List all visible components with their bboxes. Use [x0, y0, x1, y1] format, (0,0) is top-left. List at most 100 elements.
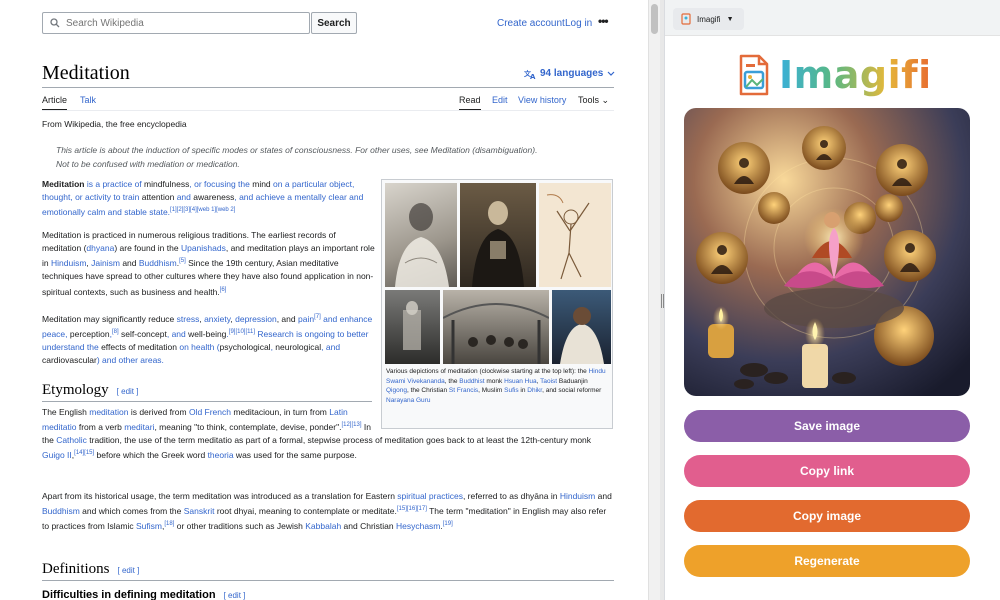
wiki-link[interactable]: Jainism — [91, 258, 120, 268]
wiki-link[interactable]: Taoist — [540, 378, 557, 385]
wiki-link[interactable]: pain — [298, 314, 314, 324]
wiki-link[interactable]: Sanskrit — [184, 506, 215, 516]
wiki-scrollbar[interactable] — [648, 0, 660, 600]
tab-view-history[interactable]: View history — [518, 95, 566, 105]
text: , and — [276, 313, 298, 324]
wiki-link[interactable]: Sufis — [504, 387, 518, 394]
text: , referred to as dhyāna in — [462, 491, 560, 501]
text: neurological — [275, 342, 322, 353]
photo-narayana-guru[interactable] — [552, 290, 611, 364]
search-button[interactable]: Search — [311, 12, 357, 34]
citation[interactable]: [9][10][11] — [229, 329, 255, 335]
edit-definitions-link[interactable]: [ edit ] — [118, 566, 140, 575]
hatnote-line-1: This article is about the induction of s… — [56, 145, 538, 155]
search-box[interactable] — [42, 12, 310, 34]
wiki-link[interactable]: Hinduism — [560, 491, 595, 501]
tab-article[interactable]: Article — [42, 95, 68, 111]
heading-definitions: Definitions [ edit ] — [42, 561, 139, 578]
wiki-link[interactable]: meditari — [124, 422, 154, 432]
text: tradition, the use of the term meditatio… — [86, 435, 592, 446]
search-input[interactable] — [66, 17, 296, 29]
wiki-link[interactable]: on health ( — [177, 342, 219, 352]
citation[interactable]: [12][13] — [341, 422, 361, 428]
copy-image-button[interactable]: Copy image — [684, 500, 970, 532]
edit-difficulties-link[interactable]: [ edit ] — [224, 591, 246, 600]
wiki-link[interactable]: Hesychasm — [396, 521, 440, 531]
extension-name: Imagifi — [697, 14, 721, 24]
drawing-qigong[interactable] — [539, 183, 611, 287]
drawing-sufis-dhikr[interactable] — [442, 290, 550, 364]
wiki-link[interactable]: Dhikr — [527, 387, 542, 394]
wiki-link[interactable]: Buddhism — [42, 506, 80, 516]
copy-link-button[interactable]: Copy link — [684, 455, 970, 487]
wiki-link[interactable]: Sufism — [136, 521, 162, 531]
wiki-link[interactable]: anxiety — [204, 314, 230, 324]
photo-vivekananda[interactable] — [385, 183, 457, 287]
wiki-link[interactable]: , and — [167, 329, 188, 339]
wiki-link[interactable]: theoria — [208, 450, 234, 460]
citation[interactable]: [14][15] — [74, 450, 94, 456]
etymology-title: Etymology — [42, 382, 109, 398]
wiki-link[interactable]: , and — [321, 342, 340, 352]
tab-read[interactable]: Read — [459, 95, 481, 111]
language-count: 94 languages — [540, 68, 604, 79]
wiki-link[interactable]: and — [174, 192, 193, 202]
text: , and social reformer — [542, 387, 602, 394]
citation[interactable]: [18] — [164, 521, 174, 527]
wiki-link[interactable]: Narayana Guru — [386, 397, 430, 404]
tab-tools[interactable]: Tools ⌄ — [578, 95, 609, 106]
wiki-link[interactable]: Catholic — [56, 435, 87, 445]
generated-image[interactable] — [684, 108, 970, 396]
wiki-link[interactable]: meditation — [89, 407, 128, 417]
wiki-link[interactable]: ) and other areas. — [97, 355, 164, 365]
text: mind — [252, 179, 271, 189]
citation[interactable]: [6] — [220, 287, 227, 293]
scroll-thumb[interactable] — [651, 4, 658, 34]
imagifi-small-logo-icon — [681, 13, 691, 25]
edit-etymology-link[interactable]: [ edit ] — [117, 387, 139, 396]
wiki-link[interactable]: Kabbalah — [305, 521, 341, 531]
photo-hsuan-hua[interactable] — [460, 183, 536, 287]
language-button[interactable]: 文A 94 languages — [524, 68, 615, 79]
wiki-link[interactable]: Guigo II — [42, 450, 72, 460]
wiki-link[interactable]: Upanishads — [181, 243, 226, 253]
citation[interactable]: [7] — [314, 314, 321, 320]
wiki-link[interactable]: meditatio — [42, 422, 77, 432]
wiki-link[interactable]: Hsuan Hua — [504, 378, 537, 385]
wiki-link[interactable]: Qigong — [386, 387, 407, 394]
citation[interactable]: [19] — [443, 521, 453, 527]
panel-header: Imagifi ▼ — [665, 0, 1000, 36]
paragraph-traditions: Meditation is practiced in numerous reli… — [42, 229, 376, 299]
wiki-link[interactable]: is a practice of — [85, 179, 145, 189]
wiki-link[interactable]: depression — [235, 314, 277, 324]
paragraph-effects: Meditation may significantly reduce stre… — [42, 311, 376, 367]
citation[interactable]: [1][2][3][4][web 1][web 2] — [170, 207, 235, 213]
citation[interactable]: [8] — [112, 329, 119, 335]
create-account-link[interactable]: Create account — [497, 18, 565, 29]
text: and which comes from the — [79, 506, 184, 517]
search-icon — [50, 18, 60, 28]
wiki-link[interactable]: Old French — [189, 407, 231, 417]
infobox-montage: Various depictions of meditation (clockw… — [381, 179, 613, 429]
wiki-link[interactable]: stress — [177, 314, 200, 324]
wiki-link[interactable]: St Francis — [449, 387, 478, 394]
wiki-link[interactable]: , or focusing the — [189, 179, 252, 189]
regenerate-button[interactable]: Regenerate — [684, 545, 970, 577]
citation[interactable]: [5] — [179, 258, 186, 264]
citation[interactable]: [15][16][17] — [397, 506, 427, 512]
save-image-button[interactable]: Save image — [684, 410, 970, 442]
wiki-link[interactable]: Hinduism — [51, 258, 86, 268]
more-options-icon[interactable]: ••• — [598, 14, 609, 28]
extension-chip[interactable]: Imagifi ▼ — [673, 8, 744, 30]
wiki-link[interactable]: Latin — [329, 407, 347, 417]
wiki-link[interactable]: dhyana — [86, 243, 114, 253]
wiki-link[interactable]: Buddhist — [459, 378, 484, 385]
login-link[interactable]: Log in — [565, 18, 592, 29]
wiki-link[interactable]: Buddhism — [139, 258, 177, 268]
tab-edit[interactable]: Edit — [492, 95, 508, 105]
heading-etymology: Etymology [ edit ] — [42, 382, 138, 399]
tab-talk[interactable]: Talk — [80, 95, 96, 105]
wiki-link[interactable]: spiritual practices — [397, 491, 463, 501]
photo-st-francis[interactable] — [385, 290, 440, 364]
text: before which the Greek word — [94, 450, 208, 461]
